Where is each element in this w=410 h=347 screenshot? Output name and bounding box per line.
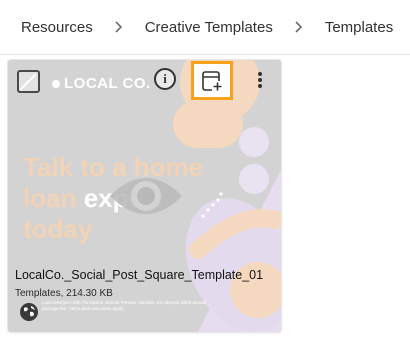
select-checkbox[interactable] (17, 70, 40, 93)
breadcrumb: Resources Creative Templates Templates (0, 0, 410, 55)
logo-dot-icon (52, 79, 60, 88)
more-vertical-icon (258, 72, 262, 76)
chevron-right-icon (294, 21, 303, 33)
asset-card[interactable]: LOCAL CO. i Talk to a home loan expert t… (8, 60, 281, 332)
brand-logo-text: LOCAL CO. (64, 75, 151, 92)
brand-logo: LOCAL CO. (52, 75, 151, 92)
chevron-right-icon (114, 21, 123, 33)
thumbnail-fine-print: Loan Designer with Principal & Interest … (42, 300, 207, 311)
add-to-collection-button[interactable] (191, 61, 233, 100)
asset-meta: Templates, 214.30 KB (15, 288, 113, 299)
info-button[interactable]: i (154, 68, 176, 90)
globe-icon (19, 302, 39, 322)
add-to-collection-icon (202, 70, 223, 92)
more-options-button[interactable] (253, 69, 267, 91)
breadcrumb-item-creative-templates[interactable]: Creative Templates (145, 19, 273, 36)
asset-title[interactable]: LocalCo._Social_Post_Square_Template_01 (15, 268, 277, 282)
preview-eye-icon[interactable] (106, 168, 186, 229)
breadcrumb-item-resources[interactable]: Resources (21, 19, 93, 36)
breadcrumb-item-templates[interactable]: Templates (325, 19, 393, 36)
info-icon: i (163, 71, 167, 86)
